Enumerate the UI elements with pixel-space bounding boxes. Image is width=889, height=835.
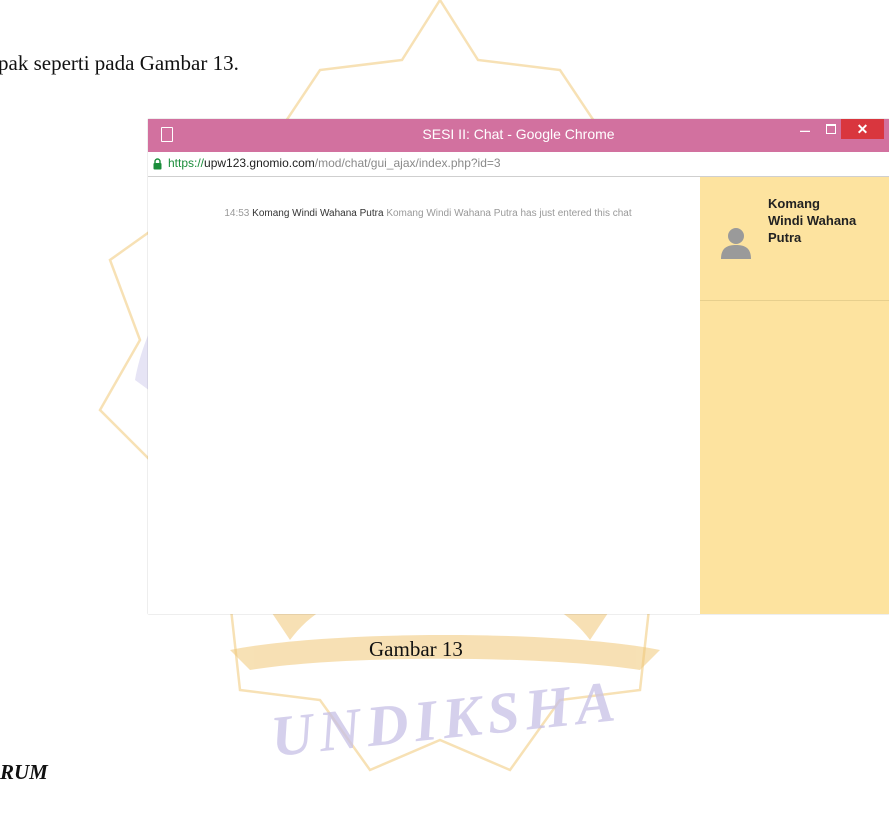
- close-button[interactable]: ✕: [841, 119, 884, 139]
- lock-icon: [153, 158, 162, 170]
- document-text-line: pak seperti pada Gambar 13.: [0, 51, 239, 75]
- chat-message: 14:53 Komang Windi Wahana Putra Komang W…: [188, 207, 668, 220]
- chat-messages-area: 14:53 Komang Windi Wahana Putra Komang W…: [148, 177, 700, 614]
- section-heading: RUM: [0, 760, 48, 784]
- watermark-text: UNDIKSHA: [268, 668, 624, 769]
- window-titlebar: SESI II: Chat - Google Chrome – ✕: [148, 119, 889, 152]
- user-list-item[interactable]: Komang Windi Wahana Putra: [700, 177, 889, 301]
- figure-caption: Gambar 13: [369, 637, 463, 661]
- address-bar[interactable]: https://upw123.gnomio.com/mod/chat/gui_a…: [148, 152, 889, 177]
- message-time: 14:53: [224, 208, 250, 219]
- message-user[interactable]: Komang Windi Wahana Putra: [252, 208, 383, 219]
- user-name[interactable]: Komang Windi Wahana Putra: [768, 195, 858, 246]
- window-title: SESI II: Chat - Google Chrome: [422, 126, 615, 142]
- users-panel: Komang Windi Wahana Putra: [700, 177, 889, 614]
- minimize-button[interactable]: –: [794, 119, 816, 141]
- maximize-button[interactable]: [820, 119, 842, 141]
- url-scheme: https://: [168, 156, 205, 170]
- message-text: Komang Windi Wahana Putra has just enter…: [386, 208, 632, 219]
- url-host: upw123.gnomio.com: [204, 156, 315, 170]
- user-avatar-icon: [721, 228, 751, 259]
- url-text[interactable]: https://upw123.gnomio.com/mod/chat/gui_a…: [168, 156, 501, 170]
- url-path: /mod/chat/gui_ajax/index.php?id=3: [314, 156, 501, 170]
- browser-window: SESI II: Chat - Google Chrome – ✕ https:…: [148, 119, 889, 614]
